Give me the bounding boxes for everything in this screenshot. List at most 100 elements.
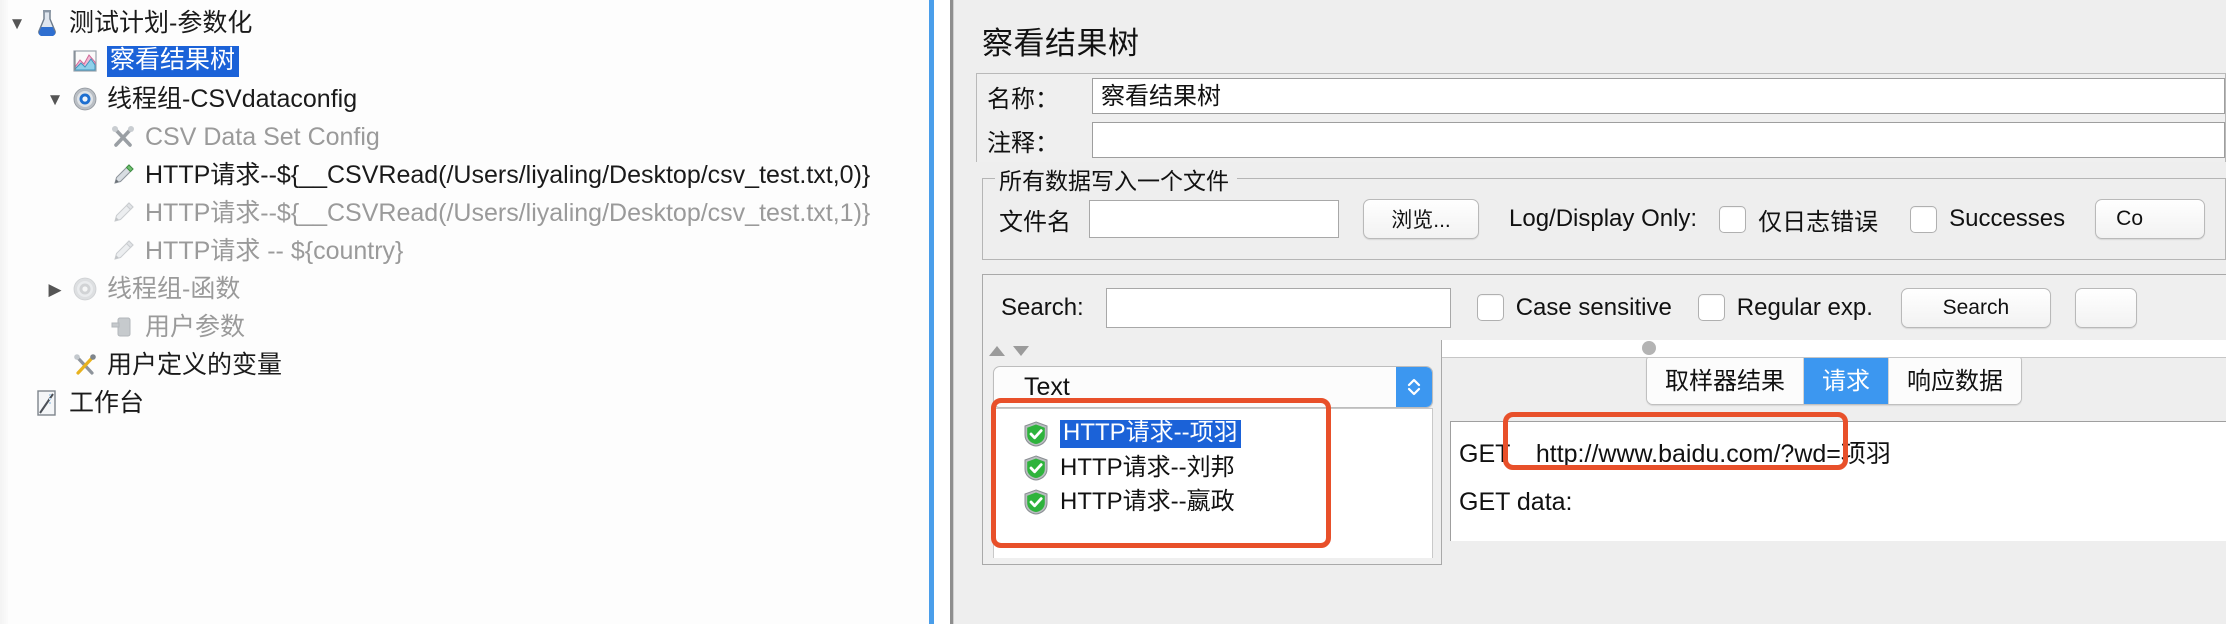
sort-ascending-icon[interactable]: [989, 346, 1005, 356]
pane-divider-gap: [934, 0, 950, 624]
sample-result-label: HTTP请求--嬴政: [1060, 488, 1235, 515]
tree-item[interactable]: ▶ 线程组-函数: [0, 270, 929, 308]
log-display-only-label: Log/Display Only:: [1509, 205, 1698, 232]
config-element-tools-icon: [110, 124, 136, 150]
twisty-placeholder: ·: [76, 129, 110, 146]
view-results-tree-chart-icon: [72, 48, 98, 74]
sort-toolbar[interactable]: [983, 340, 1441, 362]
reset-button[interactable]: [2074, 287, 2137, 328]
tree-item[interactable]: · 用户参数: [0, 308, 929, 346]
search-button[interactable]: Search: [1900, 287, 2051, 328]
name-comment-fieldset: 名称： 察看结果树 注释：: [976, 73, 2226, 162]
comment-input[interactable]: [1092, 122, 2225, 158]
errors-only-label: 仅日志错误: [1758, 208, 1879, 236]
http-sampler-pen-icon-disabled: [110, 238, 136, 264]
result-tab[interactable]: 取样器结果: [1647, 355, 1804, 404]
tree-item[interactable]: · HTTP请求--${__CSVRead(/Users/liyaling/De…: [0, 194, 929, 232]
comment-row: 注释：: [977, 118, 2225, 162]
result-tab[interactable]: 请求: [1804, 355, 1889, 404]
name-label: 名称：: [987, 85, 1059, 113]
results-list-pane: Text HTTP请求--项羽 HTTP请求--刘邦 HTTP请求--嬴政: [982, 340, 1442, 565]
tree-item[interactable]: · 察看结果树: [0, 42, 929, 80]
jmeter-window: ▼ 测试计划-参数化· 察看结果树▼ 线程组-CSVdataconfig· CS…: [0, 0, 2226, 624]
twisty-collapsed-icon[interactable]: ▶: [38, 281, 72, 298]
http-sampler-pen-icon-disabled: [110, 200, 136, 226]
twisty-expanded-icon[interactable]: ▼: [38, 91, 72, 108]
request-line: GET http://www.baidu.com/?wd=项羽: [1451, 422, 2226, 470]
comment-label: 注释：: [987, 129, 1059, 157]
workbench-icon: [34, 389, 60, 417]
tree-item-label: 察看结果树: [107, 45, 240, 77]
sample-result-row[interactable]: HTTP请求--项羽: [994, 417, 1432, 451]
successes-label: Successes: [1949, 205, 2066, 232]
test-plan-tree[interactable]: ▼ 测试计划-参数化· 察看结果树▼ 线程组-CSVdataconfig· CS…: [0, 0, 929, 422]
request-viewer-pane: 取样器结果 请求 响应数据 GET http://www.baidu.com/?wd…: [1442, 340, 2226, 565]
tree-item-label: HTTP请求--${__CSVRead(/Users/liyaling/Desk…: [145, 160, 871, 189]
tree-item-label: HTTP请求--${__CSVRead(/Users/liyaling/Desk…: [145, 198, 871, 227]
success-shield-icon: [1022, 454, 1050, 482]
regular-exp-checkbox[interactable]: [1697, 294, 1725, 321]
tree-item-label: 线程组-函数: [107, 274, 241, 303]
sample-result-row[interactable]: HTTP请求--刘邦: [994, 451, 1432, 485]
successes-checkbox[interactable]: [1910, 205, 1938, 233]
browse-button[interactable]: 浏览...: [1363, 199, 1479, 239]
sample-result-label: HTTP请求--刘邦: [1060, 454, 1235, 481]
render-selector-value: Text: [1024, 372, 1070, 401]
twisty-placeholder: ·: [76, 319, 110, 336]
tree-item[interactable]: · 工作台: [0, 384, 929, 422]
tree-item[interactable]: · CSV Data Set Config: [0, 118, 929, 156]
request-text-area[interactable]: GET http://www.baidu.com/?wd=项羽 GET data…: [1450, 412, 2226, 541]
thread-group-gear-icon-disabled: [72, 276, 98, 302]
name-input[interactable]: 察看结果树: [1092, 78, 2225, 114]
search-bar: Search: Case sensitive Regular exp. Sear…: [982, 274, 2226, 340]
thread-group-gear-icon: [72, 86, 98, 112]
view-results-tree-panel: 察看结果树 名称： 察看结果树 注释： 所有数据写入一个文件 文件名 浏览...…: [953, 0, 2226, 624]
tree-item-label: 测试计划-参数化: [69, 8, 253, 37]
filename-input[interactable]: [1089, 200, 1339, 238]
chevron-updown-icon[interactable]: [1396, 367, 1432, 407]
horizontal-split-handle[interactable]: [1442, 340, 2226, 358]
split-grip-dot: [1642, 341, 1656, 355]
user-defined-variables-tools-icon: [72, 352, 98, 378]
request-url: http://www.baidu.com/?wd=项羽: [1535, 440, 1891, 468]
results-split: Text HTTP请求--项羽 HTTP请求--刘邦 HTTP请求--嬴政 取样…: [982, 340, 2226, 565]
render-selector-combo[interactable]: Text: [993, 366, 1433, 408]
case-sensitive-label: Case sensitive: [1515, 293, 1672, 321]
get-data-label: GET data:: [1459, 488, 1573, 516]
tree-item-label: 用户参数: [145, 312, 246, 341]
tree-left-gutter: [0, 0, 8, 624]
twisty-placeholder: ·: [38, 53, 72, 70]
result-tab[interactable]: 响应数据: [1889, 355, 2021, 404]
request-method: GET: [1459, 440, 1510, 468]
search-input[interactable]: [1105, 287, 1451, 328]
tree-item[interactable]: ▼ 线程组-CSVdataconfig: [0, 80, 929, 118]
configure-button[interactable]: Co: [2095, 199, 2206, 239]
http-sampler-pen-icon: [110, 162, 136, 188]
test-plan-tree-pane[interactable]: ▼ 测试计划-参数化· 察看结果树▼ 线程组-CSVdataconfig· CS…: [0, 0, 929, 624]
tree-item[interactable]: ▼ 测试计划-参数化: [0, 4, 929, 42]
sort-descending-icon[interactable]: [1013, 346, 1029, 356]
result-tabs[interactable]: 取样器结果 请求 响应数据: [1646, 354, 2022, 405]
sample-results-list[interactable]: HTTP请求--项羽 HTTP请求--刘邦 HTTP请求--嬴政: [993, 408, 1433, 558]
filename-label: 文件名: [999, 208, 1071, 236]
success-shield-icon: [1022, 420, 1050, 448]
twisty-placeholder: ·: [76, 243, 110, 260]
case-sensitive-checkbox[interactable]: [1476, 294, 1504, 321]
name-row: 名称： 察看结果树: [977, 74, 2225, 118]
success-shield-icon: [1022, 488, 1050, 516]
tree-item[interactable]: · HTTP请求 -- ${country}: [0, 232, 929, 270]
tree-item-label: 线程组-CSVdataconfig: [107, 84, 358, 113]
sample-result-row[interactable]: HTTP请求--嬴政: [994, 485, 1432, 519]
tree-item[interactable]: · 用户定义的变量: [0, 346, 929, 384]
tree-item-label: 工作台: [69, 388, 145, 417]
errors-only-checkbox[interactable]: [1719, 205, 1747, 233]
tree-item[interactable]: · HTTP请求--${__CSVRead(/Users/liyaling/De…: [0, 156, 929, 194]
regular-exp-label: Regular exp.: [1736, 293, 1873, 321]
group-legend: 所有数据写入一个文件: [995, 162, 1237, 196]
tree-item-label: 用户定义的变量: [107, 350, 283, 379]
twisty-placeholder: ·: [76, 167, 110, 184]
search-label: Search:: [1001, 293, 1084, 321]
tree-item-label: CSV Data Set Config: [145, 122, 380, 151]
twisty-placeholder: ·: [38, 357, 72, 374]
test-plan-flask-icon: [34, 9, 60, 37]
